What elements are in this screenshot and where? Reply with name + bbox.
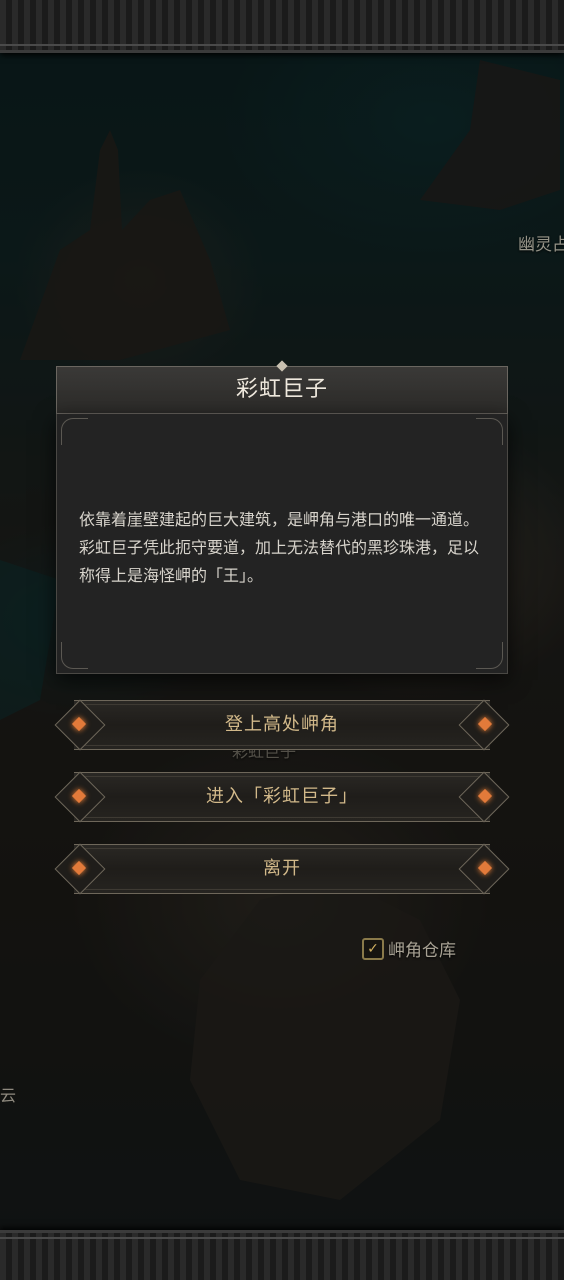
map-label-ghost[interactable]: 幽灵占 <box>518 230 564 255</box>
corner-ornament-icon <box>61 642 88 669</box>
dialog-body: 依靠着崖壁建起的巨大建筑，是岬角与港口的唯一通道。彩虹巨子凭此扼守要道，加上无法… <box>56 414 508 674</box>
dialog-description: 依靠着崖壁建起的巨大建筑，是岬角与港口的唯一通道。彩虹巨子凭此扼守要道，加上无法… <box>79 510 480 585</box>
button-label: 离开 <box>263 858 301 879</box>
button-label: 登上高处岬角 <box>225 714 339 735</box>
top-frame-border <box>0 0 564 53</box>
enter-rainbow-giant-button[interactable]: 进入「彩虹巨子」 <box>54 771 510 823</box>
button-label: 进入「彩虹巨子」 <box>206 786 358 807</box>
game-screen: 幽灵占 彩虹巨子 ✓ 岬角仓库 云 彩虹巨子 依靠着崖壁建起的巨大建筑，是岬角与… <box>0 0 564 1280</box>
bottom-frame-border <box>0 1230 564 1280</box>
dialog-title: 彩虹巨子 <box>235 377 328 402</box>
corner-ornament-icon <box>61 418 88 445</box>
map-edge-label: 云 <box>0 1086 17 1105</box>
checkmark-icon: ✓ <box>362 938 384 960</box>
leave-button[interactable]: 离开 <box>54 843 510 895</box>
corner-ornament-icon <box>476 642 503 669</box>
climb-cape-button[interactable]: 登上高处岬角 <box>54 699 510 751</box>
map-label-warehouse[interactable]: 岬角仓库 <box>388 936 456 961</box>
dialog-title-bar: 彩虹巨子 <box>56 360 508 414</box>
corner-ornament-icon <box>476 418 503 445</box>
